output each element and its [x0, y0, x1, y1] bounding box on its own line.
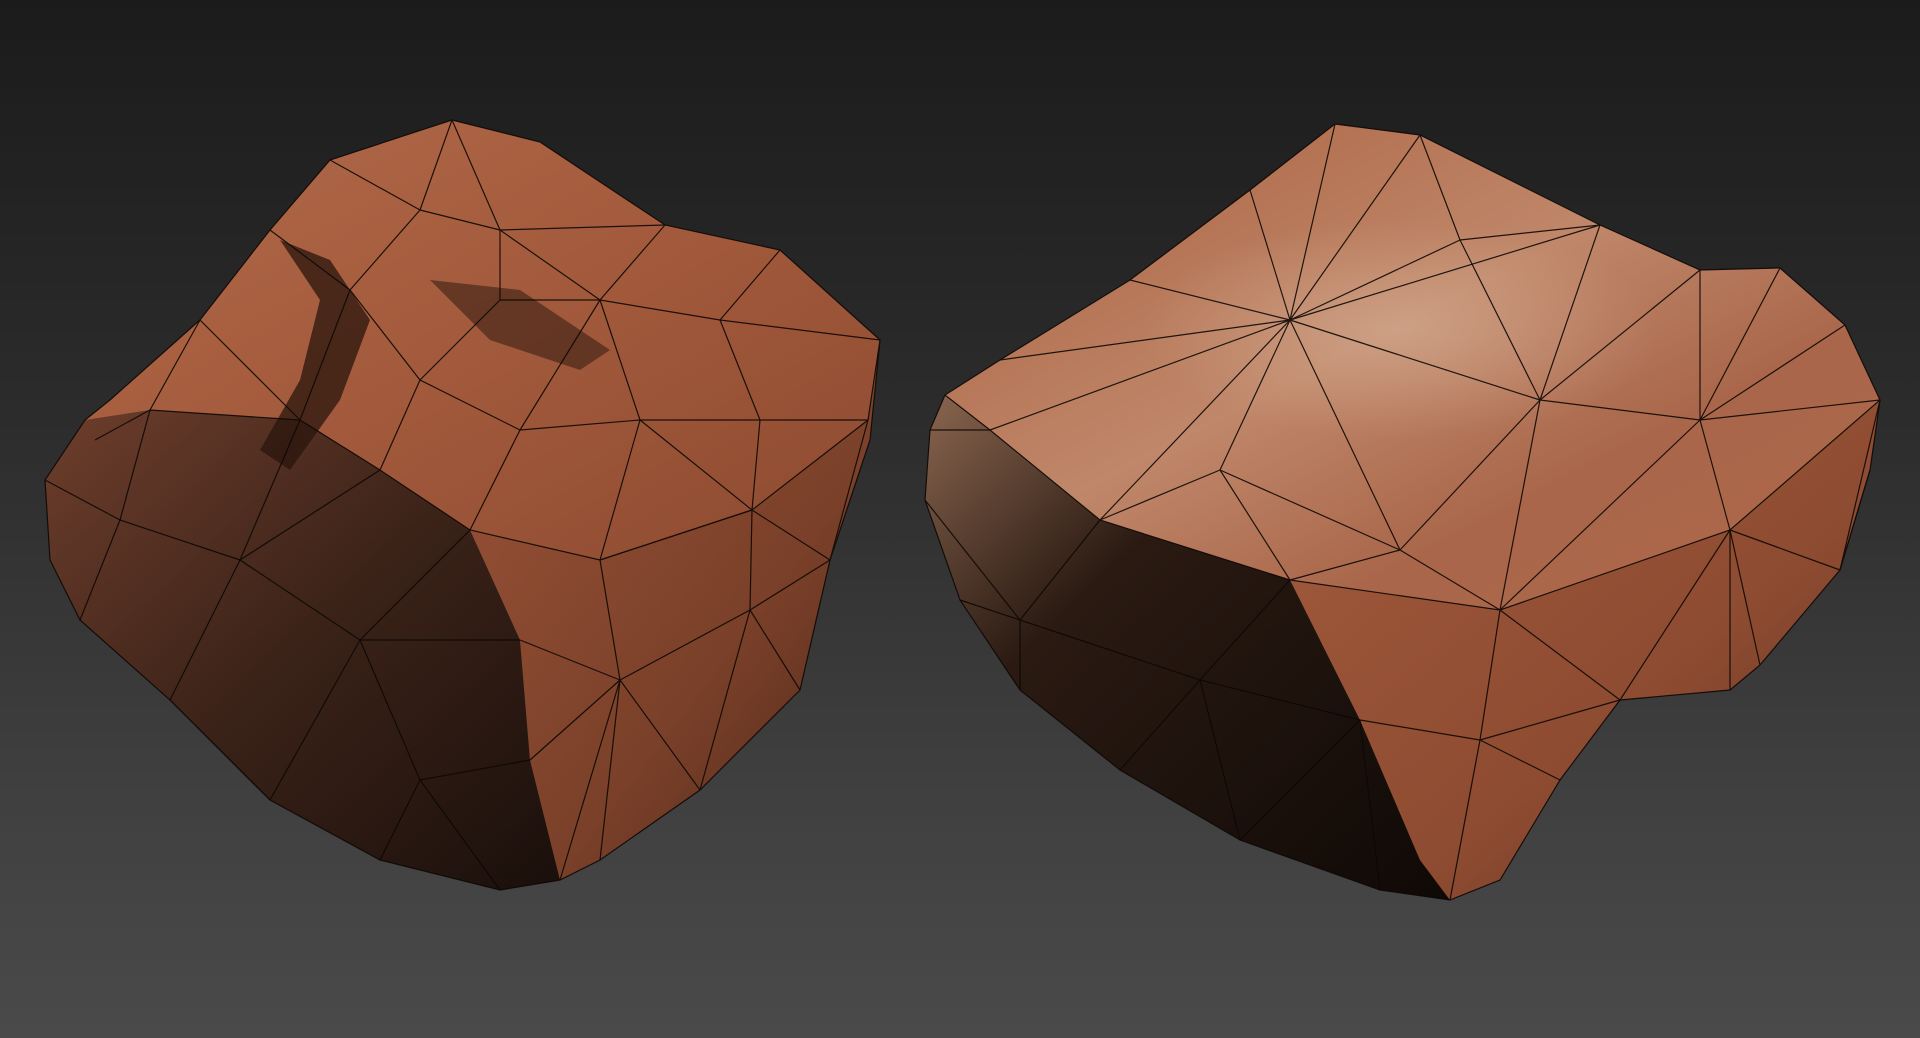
3d-viewport[interactable]: [0, 0, 1920, 1038]
rough-rock[interactable]: [44, 119, 881, 891]
viewport-canvas: [44, 119, 1881, 901]
flat-top-rock[interactable]: [924, 123, 1881, 901]
